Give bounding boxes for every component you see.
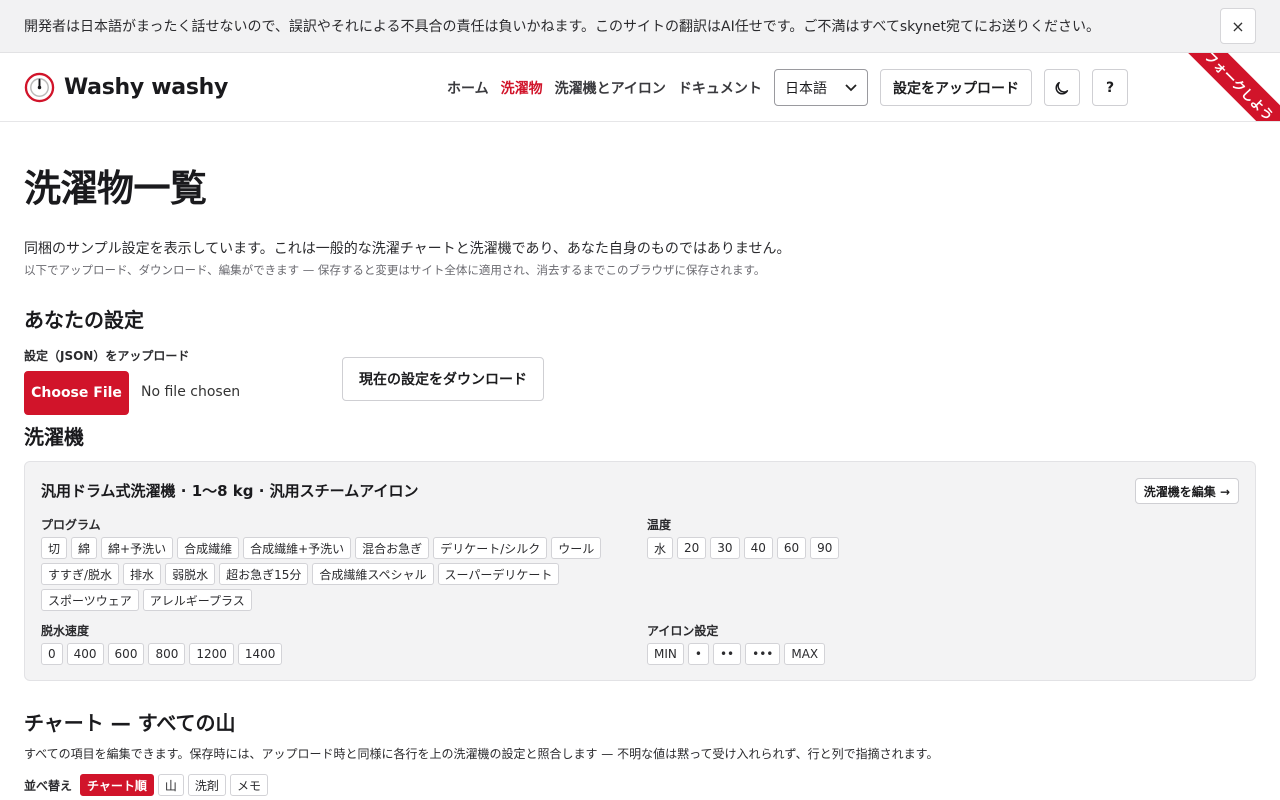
chart-description: すべての項目を編集できます。保存時には、アップロード時と同様に各行を上の洗濯機の… (24, 747, 939, 761)
iron-chip: ••• (745, 643, 781, 665)
sort-row: 並べ替え チャート順 山 洗剤 メモ (24, 774, 1256, 796)
sort-notes[interactable]: メモ (229, 774, 268, 796)
nav-home[interactable]: ホーム (447, 78, 489, 98)
spin-chip: 1200 (189, 643, 234, 665)
upload-row: Choose File No file chosen 現在の設定をダウンロード (24, 357, 1256, 419)
temperature-group: 温度 水 20 30 40 60 90 (647, 516, 1227, 559)
program-chip: スーパーデリケート (437, 563, 560, 585)
iron-group: アイロン設定 MIN • •• ••• MAX (647, 622, 1217, 665)
machine-heading: 洗濯機 (24, 425, 84, 449)
edit-machine-button[interactable]: 洗濯機を編集 → (1134, 478, 1239, 504)
language-value: 日本語 (785, 80, 827, 97)
iron-label: アイロン設定 (647, 624, 719, 638)
moon-icon (1055, 81, 1069, 95)
program-chip: 綿 (71, 537, 98, 559)
spin-chip: 0 (41, 643, 63, 665)
notice-banner: 開発者は日本語がまったく話せないので、誤訳やそれによる不具合の責任は負いかねます… (0, 0, 1280, 53)
machine-title: 汎用ドラム式洗濯機 · 1〜8 kg · 汎用スチームアイロン (41, 482, 419, 500)
program-chip: 弱脱水 (165, 563, 216, 585)
choose-file-button[interactable]: Choose File (24, 371, 129, 415)
program-chip: 排水 (123, 563, 162, 585)
program-chip: アレルギープラス (142, 589, 252, 611)
theme-toggle-button[interactable] (1044, 69, 1080, 106)
main-nav: ホーム 洗濯物 洗濯機とアイロン ドキュメント (447, 53, 762, 121)
intro-text: 同梱のサンプル設定を表示しています。これは一般的な洗濯チャートと洗濯機であり、あ… (24, 241, 791, 257)
temperature-chip: 20 (677, 537, 707, 559)
washing-machine-logo-icon (24, 72, 55, 102)
intro-subtext: 以下でアップロード、ダウンロード、編集ができます — 保存すると変更はサイト全体… (24, 263, 766, 277)
banner-text: 開発者は日本語がまったく話せないので、誤訳やそれによる不具合の責任は負いかねます… (24, 19, 1100, 35)
temperature-chip: 40 (743, 537, 773, 559)
close-icon[interactable]: × (1220, 8, 1256, 44)
page-title: 洗濯物一覧 (24, 167, 207, 210)
temperature-label: 温度 (647, 518, 672, 532)
iron-chip: •• (712, 643, 742, 665)
fork-ribbon[interactable]: フォークしよう (1173, 53, 1280, 121)
program-chip: 切 (41, 537, 68, 559)
program-chip: スポーツウェア (41, 589, 139, 611)
iron-chip: MAX (784, 643, 826, 665)
nav-laundry[interactable]: 洗濯物 (501, 78, 543, 98)
spin-group: 脱水速度 0 400 600 800 1200 1400 (41, 622, 611, 665)
sort-chart-order[interactable]: チャート順 (80, 774, 154, 796)
iron-chip: • (687, 643, 709, 665)
spin-label: 脱水速度 (41, 624, 90, 638)
upload-settings-button[interactable]: 設定をアップロード (880, 69, 1032, 106)
program-chip: 綿+予洗い (101, 537, 174, 559)
programs-label: プログラム (41, 518, 101, 532)
program-chip: デリケート/シルク (433, 537, 548, 559)
program-chips: 切 綿 綿+予洗い 合成繊維 合成繊維+予洗い 混合お急ぎ デリケート/シルク … (41, 537, 611, 611)
download-settings-button[interactable]: 現在の設定をダウンロード (342, 357, 544, 401)
language-select[interactable]: 日本語 (774, 69, 868, 106)
upload-json-label: 設定（JSON）をアップロード (24, 349, 190, 363)
settings-heading: あなたの設定 (24, 308, 144, 332)
temperature-chips: 水 20 30 40 60 90 (647, 537, 1217, 559)
temperature-chip: 90 (810, 537, 840, 559)
machine-card: 汎用ドラム式洗濯機 · 1〜8 kg · 汎用スチームアイロン 洗濯機を編集 →… (24, 461, 1256, 681)
program-chip: 合成繊維スペシャル (312, 563, 434, 585)
program-chip: 混合お急ぎ (355, 537, 430, 559)
help-button[interactable]: ? (1092, 69, 1128, 106)
temperature-chip: 60 (776, 537, 807, 559)
main-content: 洗濯物一覧 同梱のサンプル設定を表示しています。これは一般的な洗濯チャートと洗濯… (0, 158, 1280, 796)
no-file-text: No file chosen (141, 384, 241, 400)
temperature-chip: 水 (647, 537, 674, 559)
logo[interactable]: Washy washy (24, 72, 228, 103)
program-chip: 超お急ぎ15分 (219, 563, 309, 585)
program-chip: すすぎ/脱水 (41, 563, 120, 585)
nav-machines[interactable]: 洗濯機とアイロン (555, 78, 666, 98)
brand-name: Washy washy (64, 74, 229, 100)
chart-heading: チャート — すべての山 (24, 711, 236, 735)
spin-chip: 600 (107, 643, 145, 665)
spin-chip: 800 (148, 643, 186, 665)
spin-chip: 1400 (237, 643, 283, 665)
chevron-down-icon (845, 83, 857, 91)
site-header: Washy washy ホーム 洗濯物 洗濯機とアイロン ドキュメント 日本語 … (0, 53, 1280, 122)
spin-chips: 0 400 600 800 1200 1400 (41, 643, 611, 665)
program-chip: 合成繊維+予洗い (243, 537, 352, 559)
sort-pile[interactable]: 山 (157, 774, 184, 796)
temperature-chip: 30 (710, 537, 740, 559)
nav-docs[interactable]: ドキュメント (678, 78, 762, 98)
spin-chip: 400 (66, 643, 104, 665)
sort-detergent[interactable]: 洗剤 (187, 774, 226, 796)
program-chip: ウール (551, 537, 602, 559)
iron-chip: MIN (647, 643, 684, 665)
iron-chips: MIN • •• ••• MAX (647, 643, 1217, 665)
programs-group: プログラム 切 綿 綿+予洗い 合成繊維 合成繊維+予洗い 混合お急ぎ デリケー… (41, 516, 621, 611)
sort-label: 並べ替え (24, 778, 73, 793)
program-chip: 合成繊維 (177, 537, 240, 559)
